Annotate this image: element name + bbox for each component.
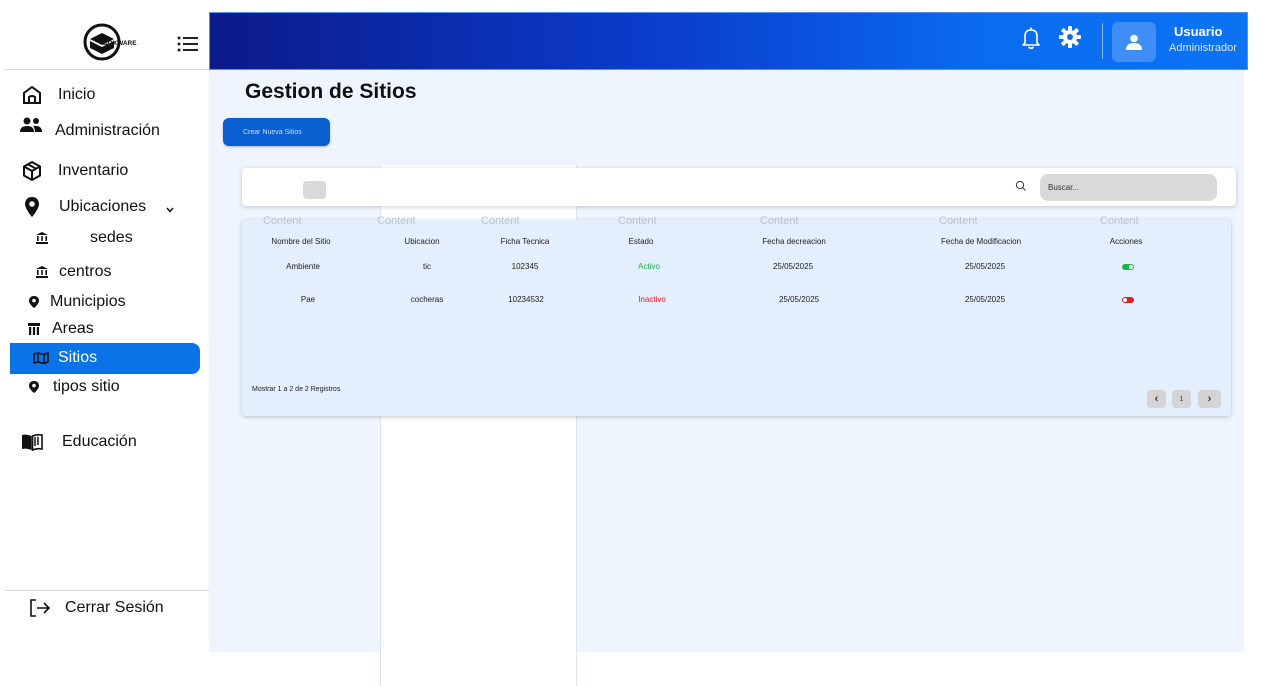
map-icon [31,348,51,368]
sidebar-item-label: Administración [55,122,160,139]
records-summary: Mostrar 1 a 2 de 2 Registros [252,386,341,393]
user-name: Usuario [1174,24,1223,39]
logout-button[interactable]: Cerrar Sesión [28,596,164,620]
sidebar-item-inicio[interactable]: Inicio [20,83,95,107]
column-header: Fecha decreacion [762,237,826,246]
cell-ficha: 102345 [511,262,539,271]
sidebar-item-label: Educación [62,433,137,450]
filter-button[interactable] [303,181,326,199]
placeholder-label: Content [760,215,799,227]
column-header: Ubicacion [404,237,440,246]
location-pin-icon [24,377,44,397]
page-title: Gestion de Sitios [245,80,417,103]
institution-icon [32,262,52,282]
sidebar-item-label: Ubicaciones [59,198,147,215]
users-icon [19,113,43,137]
column-header: Fecha de Modificacion [940,237,1022,246]
page-number-button[interactable]: 1 [1172,390,1191,408]
cell-nombre: Pae [300,295,316,304]
sidebar-subitem-label: Municipios [50,293,126,310]
sidebar-subitem-sitios[interactable]: Sitios [31,348,97,368]
cell-nombre: Ambiente [286,262,320,271]
placeholder-label: Content [618,215,657,227]
sidebar-subitem-label: sedes [90,229,133,246]
status-badge: Inactivo [638,295,666,304]
bell-icon[interactable] [1020,26,1042,50]
search-input[interactable] [1040,174,1217,201]
sidebar-item-label: Inicio [58,86,96,103]
cell-ficha: 10234532 [508,295,544,304]
cell-fecha-modificacion: 25/05/2025 [964,262,1006,271]
column-header: Acciones [1109,237,1143,246]
open-book-icon [20,430,44,454]
cell-ubicacion: tic [423,262,431,271]
boxware-logo: BOXWARE [83,23,137,61]
sidebar-subitem-label: tipos sitio [53,378,120,395]
sites-table: Content Content Content Content Content … [242,215,1231,416]
sidebar-item-label: Inventario [58,162,129,179]
logout-label: Cerrar Sesión [65,599,164,616]
placeholder-label: Content [939,215,978,227]
placeholder-label: Content [377,215,416,227]
sidebar-item-ubicaciones[interactable]: Ubicaciones [20,195,174,219]
sidebar-subitem-label: Sitios [58,349,98,366]
sidebar-subitem-label: Areas [52,320,94,337]
column-header: Ficha Tecnica [500,237,550,246]
status-toggle[interactable] [1122,264,1134,270]
next-page-button[interactable]: › [1198,390,1221,408]
sidebar-subitem-municipios[interactable]: Municipios [24,292,126,312]
avatar[interactable] [1112,22,1156,62]
sidebar-subitem-label: centros [59,263,112,280]
institution-icon [32,228,52,248]
status-badge: Activo [638,262,660,271]
search-icon [1015,180,1026,191]
building-columns-icon [24,319,44,339]
home-icon [20,83,44,107]
search-toolbar [242,168,1236,206]
logo-text: BOXWARE [103,40,137,47]
sidebar-subitem-tipos-sitio[interactable]: tipos sitio [24,377,120,397]
sidebar-subitem-areas[interactable]: Areas [24,319,94,339]
location-pin-icon [20,195,44,219]
sidebar-item-educacion[interactable]: Educación [20,430,137,454]
page-number: 1 [1179,395,1184,403]
sidebar: BOXWARE Inicio Administración Inventario… [5,12,209,652]
sidebar-item-inventario[interactable]: Inventario [20,159,128,183]
sidebar-item-administracion[interactable]: Administración [19,117,160,140]
gear-icon[interactable] [1058,25,1082,49]
chevron-right-icon: › [1207,393,1212,405]
chevron-down-icon [166,200,174,218]
placeholder-label: Content [263,215,302,227]
location-pin-icon [24,292,44,312]
cell-ubicacion: cocheras [410,295,444,304]
cell-fecha-modificacion: 25/05/2025 [964,295,1006,304]
chevron-left-icon: ‹ [1154,393,1159,405]
create-site-button[interactable]: Crear Nueva Sitios [223,118,330,146]
top-header-bar: Usuario Administrador [209,12,1248,70]
menu-toggle-icon[interactable] [176,34,200,54]
sidebar-subitem-sedes[interactable]: sedes [32,228,133,248]
app-root: BOXWARE Inicio Administración Inventario… [0,0,1266,686]
sidebar-subitem-centros[interactable]: centros [32,262,111,282]
column-header: Estado [628,237,654,246]
user-role: Administrador [1169,42,1237,54]
cell-fecha-creacion: 25/05/2025 [778,295,820,304]
cube-icon [20,159,44,183]
placeholder-label: Content [481,215,520,227]
divider [1102,23,1103,59]
column-header: Nombre del Sitio [271,237,331,246]
status-toggle[interactable] [1122,297,1134,303]
user-icon [1126,34,1142,50]
placeholder-label: Content [1100,215,1139,227]
logout-icon [28,596,52,620]
cell-fecha-creacion: 25/05/2025 [772,262,814,271]
divider [5,590,209,591]
prev-page-button[interactable]: ‹ [1147,390,1166,408]
logo-row: BOXWARE [5,12,209,70]
